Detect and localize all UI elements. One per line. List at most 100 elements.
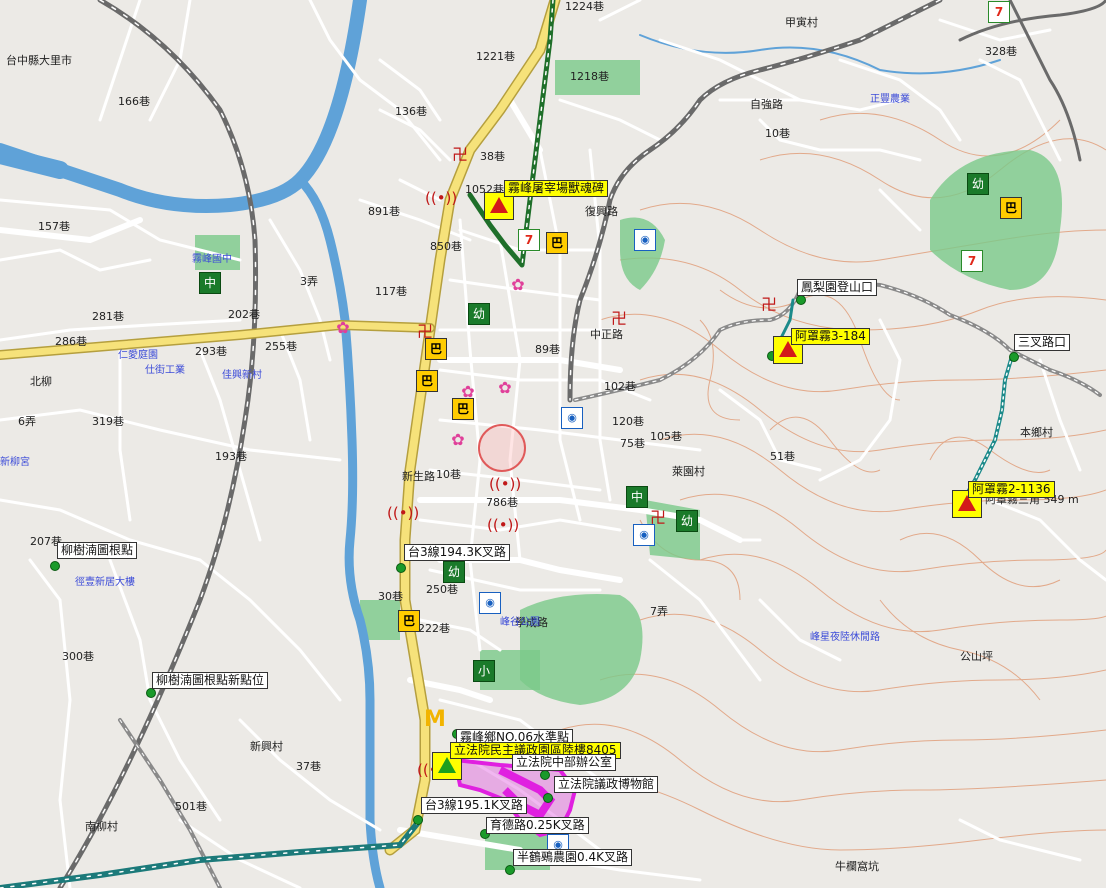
place-label: 北柳	[30, 374, 52, 388]
elementary-school-icon[interactable]: 小	[473, 660, 495, 682]
road-label: 293巷	[195, 345, 227, 358]
radio-tower-icon[interactable]: ((•))	[489, 474, 521, 494]
memorial-label[interactable]: 霧峰屠宰場獸魂碑	[504, 180, 609, 197]
road-label: 136巷	[395, 105, 427, 118]
temple-icon[interactable]: 卍	[450, 145, 470, 165]
waypoint-pin[interactable]	[413, 815, 423, 825]
road-label: 850巷	[430, 240, 462, 253]
convenience-store-icon[interactable]: 7	[518, 229, 540, 251]
flower-icon[interactable]: ✿	[448, 430, 468, 450]
road-label: 6弄	[18, 415, 36, 428]
road-label: 3弄	[300, 275, 318, 288]
convenience-store-icon[interactable]: 7	[961, 250, 983, 272]
flower-icon[interactable]: ✿	[333, 318, 353, 338]
place-label: 仕街工業	[145, 363, 185, 376]
summit-label[interactable]: 阿罩霧2-1136	[968, 481, 1055, 498]
road-name: 中正路	[590, 328, 623, 341]
mcdonalds-icon[interactable]: M	[424, 709, 446, 731]
bus-station-icon[interactable]: 巴	[416, 370, 438, 392]
place-label: 峰星夜陸休閒路	[810, 630, 880, 643]
road-name: 復興路	[585, 205, 618, 218]
waypoint-pin[interactable]	[1009, 352, 1019, 362]
junction-label[interactable]: 育德路0.25K叉路	[486, 817, 589, 834]
radio-tower-icon[interactable]: ((•))	[487, 515, 519, 535]
place-label: 本鄉村	[1020, 425, 1053, 439]
road-label: 7弄	[650, 605, 668, 618]
place-label: 萊園村	[672, 464, 705, 478]
road-label: 75巷	[620, 437, 645, 450]
temple-icon[interactable]: 卍	[415, 322, 435, 342]
waypoint-pin[interactable]	[396, 563, 406, 573]
museum-label[interactable]: 立法院議政博物館	[554, 776, 659, 793]
waypoint-pin[interactable]	[796, 295, 806, 305]
trailhead-label[interactable]: 鳳梨園登山口	[797, 279, 878, 296]
radio-tower-icon[interactable]: ((•))	[387, 503, 419, 523]
kindergarten-icon[interactable]: 幼	[443, 561, 465, 583]
place-label: 新興村	[250, 739, 283, 753]
bus-station-icon[interactable]: 巴	[1000, 197, 1022, 219]
place-label: 峰谷公園	[500, 616, 540, 628]
flower-icon[interactable]: ✿	[495, 378, 515, 398]
road-label: 786巷	[486, 496, 518, 509]
junction-label[interactable]: 台3線194.3K叉路	[404, 544, 510, 561]
waypoint-pin[interactable]	[146, 688, 156, 698]
kindergarten-icon[interactable]: 幼	[967, 173, 989, 195]
place-label: 牛欄窩坑	[835, 859, 879, 873]
camera-icon[interactable]: ◉	[479, 592, 501, 614]
bus-station-icon[interactable]: 巴	[398, 610, 420, 632]
road-name: 新生路	[402, 469, 435, 483]
road-label: 281巷	[92, 310, 124, 323]
road-label: 120巷	[612, 415, 644, 428]
school-icon[interactable]: 中	[626, 486, 648, 508]
junction-label[interactable]: 半鶴鵐農園0.4K叉路	[513, 849, 632, 866]
flower-icon[interactable]: ✿	[458, 382, 478, 402]
junior-high-school-icon[interactable]: 中	[199, 272, 221, 294]
road-label: 202巷	[228, 308, 260, 321]
road-label: 250巷	[426, 583, 458, 596]
road-label: 1218巷	[570, 70, 609, 83]
topo-map[interactable]: 1221巷 1218巷 1224巷 328巷 891巷 850巷 202巷 25…	[0, 0, 1106, 888]
road-label: 51巷	[770, 450, 795, 463]
waypoint-pin[interactable]	[540, 770, 550, 780]
road-name: 自強路	[750, 98, 783, 111]
road-label: 89巷	[535, 343, 560, 356]
waypoint-pin[interactable]	[505, 865, 515, 875]
place-label: 徑壹新居大樓	[75, 575, 135, 588]
summit-label[interactable]: 阿罩霧3-184	[791, 328, 870, 345]
kindergarten-icon[interactable]: 幼	[676, 510, 698, 532]
temple-icon[interactable]: 卍	[648, 508, 668, 528]
road-label: 891巷	[368, 205, 400, 218]
road-label: 102巷	[604, 380, 636, 393]
road-label: 10巷	[436, 468, 461, 481]
junction-label[interactable]: 三叉路口	[1014, 334, 1071, 351]
road-label: 501巷	[175, 800, 207, 813]
temple-icon[interactable]: 卍	[609, 309, 629, 329]
road-label: 1221巷	[476, 50, 515, 63]
radio-tower-icon[interactable]: ((•))	[425, 188, 457, 208]
convenience-store-icon[interactable]: 7	[988, 1, 1010, 23]
place-label: 正豐農業	[870, 92, 910, 105]
road-label: 38巷	[480, 150, 505, 163]
current-position-marker[interactable]	[478, 424, 526, 472]
junction-label[interactable]: 台3線195.1K叉路	[421, 797, 527, 814]
flower-icon[interactable]: ✿	[508, 275, 528, 295]
temple-icon[interactable]: 卍	[759, 295, 779, 315]
bus-station-icon[interactable]: 巴	[546, 232, 568, 254]
camera-icon[interactable]: ◉	[634, 229, 656, 251]
place-label: 南柳村	[85, 819, 118, 833]
benchmark-label[interactable]: 柳樹湳圖根點	[57, 542, 138, 559]
road-label: 300巷	[62, 650, 94, 663]
waypoint-pin[interactable]	[543, 793, 553, 803]
office-label[interactable]: 立法院中部辦公室	[512, 754, 617, 771]
benchmark-label[interactable]: 柳樹湳圖根點新點位	[152, 672, 269, 689]
place-label: 仁愛庭園	[118, 348, 158, 361]
waypoint-pin[interactable]	[50, 561, 60, 571]
place-label: 甲寅村	[785, 15, 818, 29]
road-label: 328巷	[985, 45, 1017, 58]
road-label: 105巷	[650, 430, 682, 443]
kindergarten-icon[interactable]: 幼	[468, 303, 490, 325]
place-label: 新柳宮	[0, 455, 30, 468]
camera-icon[interactable]: ◉	[561, 407, 583, 429]
place-label: 公山坪	[960, 650, 993, 663]
road-label: 1224巷	[565, 0, 604, 13]
